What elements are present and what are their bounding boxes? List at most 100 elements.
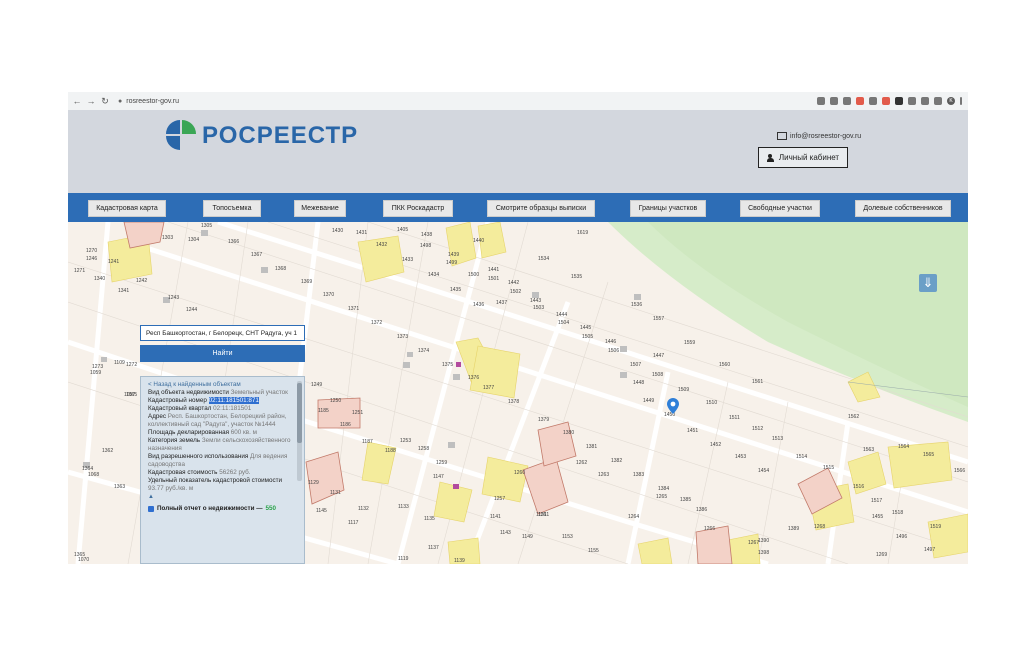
map-label: 1187 xyxy=(362,439,373,445)
panel-scrollbar[interactable] xyxy=(297,381,302,481)
map-label: 1442 xyxy=(508,280,520,286)
map-label: 1434 xyxy=(428,272,440,278)
map-label: 1271 xyxy=(74,268,86,274)
map-label: 1452 xyxy=(710,442,722,448)
map-label: 1186 xyxy=(340,422,351,428)
map-label: 1560 xyxy=(719,362,731,368)
nav-shared-owners[interactable]: Долевые собственников xyxy=(855,200,951,217)
user-icon xyxy=(766,153,774,162)
map-label: 1259 xyxy=(436,460,448,466)
forward-arrow-icon[interactable]: → xyxy=(86,96,96,106)
menu-kebab-icon[interactable] xyxy=(960,97,962,105)
cadastral-number-value[interactable]: 02:11:181501:871 xyxy=(208,397,259,404)
map-label: 1509 xyxy=(678,387,690,393)
full-report-option[interactable]: Полный отчет о недвижимости — 550 xyxy=(148,505,294,513)
location-icon[interactable] xyxy=(817,97,825,105)
nav-cadastral-map[interactable]: Кадастровая карта xyxy=(88,200,166,217)
lock-icon: ● xyxy=(118,97,123,105)
map-label: 1510 xyxy=(706,400,718,406)
map-label: 1145 xyxy=(316,508,327,514)
nav-free-plots[interactable]: Свободные участки xyxy=(740,200,820,217)
map-label: 1498 xyxy=(420,243,432,249)
map-label: 1385 xyxy=(680,497,692,503)
map-label: 1264 xyxy=(628,514,640,520)
share-icon[interactable] xyxy=(830,97,838,105)
personal-cabinet-button[interactable]: Личный кабинет xyxy=(758,147,848,168)
map-label: 1514 xyxy=(796,454,808,460)
map-label: 1496 xyxy=(896,534,908,540)
map-label: 1398 xyxy=(758,550,770,556)
map-label: 1244 xyxy=(186,307,198,313)
map-label: 1375 xyxy=(442,362,454,368)
map-label: 1119 xyxy=(398,556,409,562)
map-label: 1139 xyxy=(454,558,465,564)
map-label: 1431 xyxy=(356,230,368,236)
cadastral-map[interactable]: 1305 1303 1304 1366 1367 1368 1369 1370 … xyxy=(68,222,968,564)
map-label: 1304 xyxy=(188,237,200,243)
map-label: 1386 xyxy=(696,507,708,513)
map-label: 1241 xyxy=(108,259,120,265)
map-label: 1405 xyxy=(397,227,409,233)
map-label: 1451 xyxy=(687,428,699,434)
map-label: 1383 xyxy=(633,472,645,478)
back-arrow-icon[interactable]: ← xyxy=(72,96,82,106)
map-label: 1147 xyxy=(433,474,444,480)
map-label: 1517 xyxy=(871,498,883,504)
map-label: 1438 xyxy=(421,232,433,238)
map-label: 1131 xyxy=(330,490,341,496)
browser-window: ← → ↻ ● rosreestor-gov.ru K РОСРЕЕСТР in… xyxy=(68,92,968,564)
extension-pdf-icon[interactable] xyxy=(882,97,890,105)
report-checkbox[interactable] xyxy=(148,506,154,512)
download-arrow-button[interactable]: ⇓ xyxy=(919,274,937,292)
nav-plot-boundaries[interactable]: Границы участков xyxy=(630,200,706,217)
map-label: 1503 xyxy=(533,305,545,311)
extension-cast-icon[interactable] xyxy=(908,97,916,105)
map-label: 1374 xyxy=(418,348,430,354)
map-label: 1512 xyxy=(752,426,764,432)
map-label: 1565 xyxy=(923,452,935,458)
map-label: 1371 xyxy=(348,306,360,312)
extension-red-icon[interactable] xyxy=(856,97,864,105)
nav-pkk-roskadastr[interactable]: ПКК Роскадастр xyxy=(383,200,453,217)
map-label: 1454 xyxy=(758,468,770,474)
nav-land-survey[interactable]: Межевание xyxy=(294,200,346,217)
map-label: 1141 xyxy=(490,514,501,520)
sidepanel-icon[interactable] xyxy=(934,97,942,105)
bookmark-star-icon[interactable] xyxy=(843,97,851,105)
address-bar[interactable]: ● rosreestor-gov.ru xyxy=(118,98,817,105)
back-to-results-link[interactable]: < Назад к найденным объектам xyxy=(148,381,294,389)
map-label: 1499 xyxy=(446,260,458,266)
contact-email[interactable]: info@rosreestor-gov.ru xyxy=(777,132,861,140)
map-label: 1260 xyxy=(514,470,526,476)
map-label: 1368 xyxy=(275,266,287,272)
map-label: 1243 xyxy=(168,295,180,301)
collapse-triangle-icon[interactable]: ▲ xyxy=(148,493,294,501)
map-label: 1365 xyxy=(74,552,86,558)
map-label: 1272 xyxy=(126,362,138,368)
profile-avatar[interactable]: K xyxy=(947,97,955,105)
map-label: 1068 xyxy=(88,472,100,478)
nav-topo-survey[interactable]: Топосъемка xyxy=(203,200,261,217)
extensions-puzzle-icon[interactable] xyxy=(921,97,929,105)
extension-x-icon[interactable] xyxy=(895,97,903,105)
map-label: 1433 xyxy=(402,257,414,263)
address-bar-url: rosreestor-gov.ru xyxy=(126,97,180,105)
arrow-down-icon: ⇓ xyxy=(922,275,934,290)
map-label: 1453 xyxy=(735,454,747,460)
map-label: 1561 xyxy=(752,379,764,385)
map-label: 1381 xyxy=(586,444,598,450)
extension-check-icon[interactable] xyxy=(869,97,877,105)
map-label: 1132 xyxy=(358,506,369,512)
map-label: 1516 xyxy=(853,484,865,490)
object-info-panel: < Назад к найденным объектам Вид объекта… xyxy=(140,376,305,564)
find-button[interactable]: Найти xyxy=(140,345,305,362)
map-label: 1439 xyxy=(448,252,460,258)
address-search-input[interactable]: Респ Башкортостан, г Белорецк, СНТ Радуг… xyxy=(140,325,305,341)
reload-icon[interactable]: ↻ xyxy=(100,96,110,107)
map-label: 1262 xyxy=(576,460,588,466)
map-label: 1257 xyxy=(494,496,506,502)
map-label: 1364 xyxy=(82,466,94,472)
site-logo[interactable]: РОСРЕЕСТР xyxy=(164,120,358,152)
nav-sample-extracts[interactable]: Смотрите образцы выписки xyxy=(487,200,595,217)
location-pin-icon[interactable] xyxy=(667,398,679,414)
